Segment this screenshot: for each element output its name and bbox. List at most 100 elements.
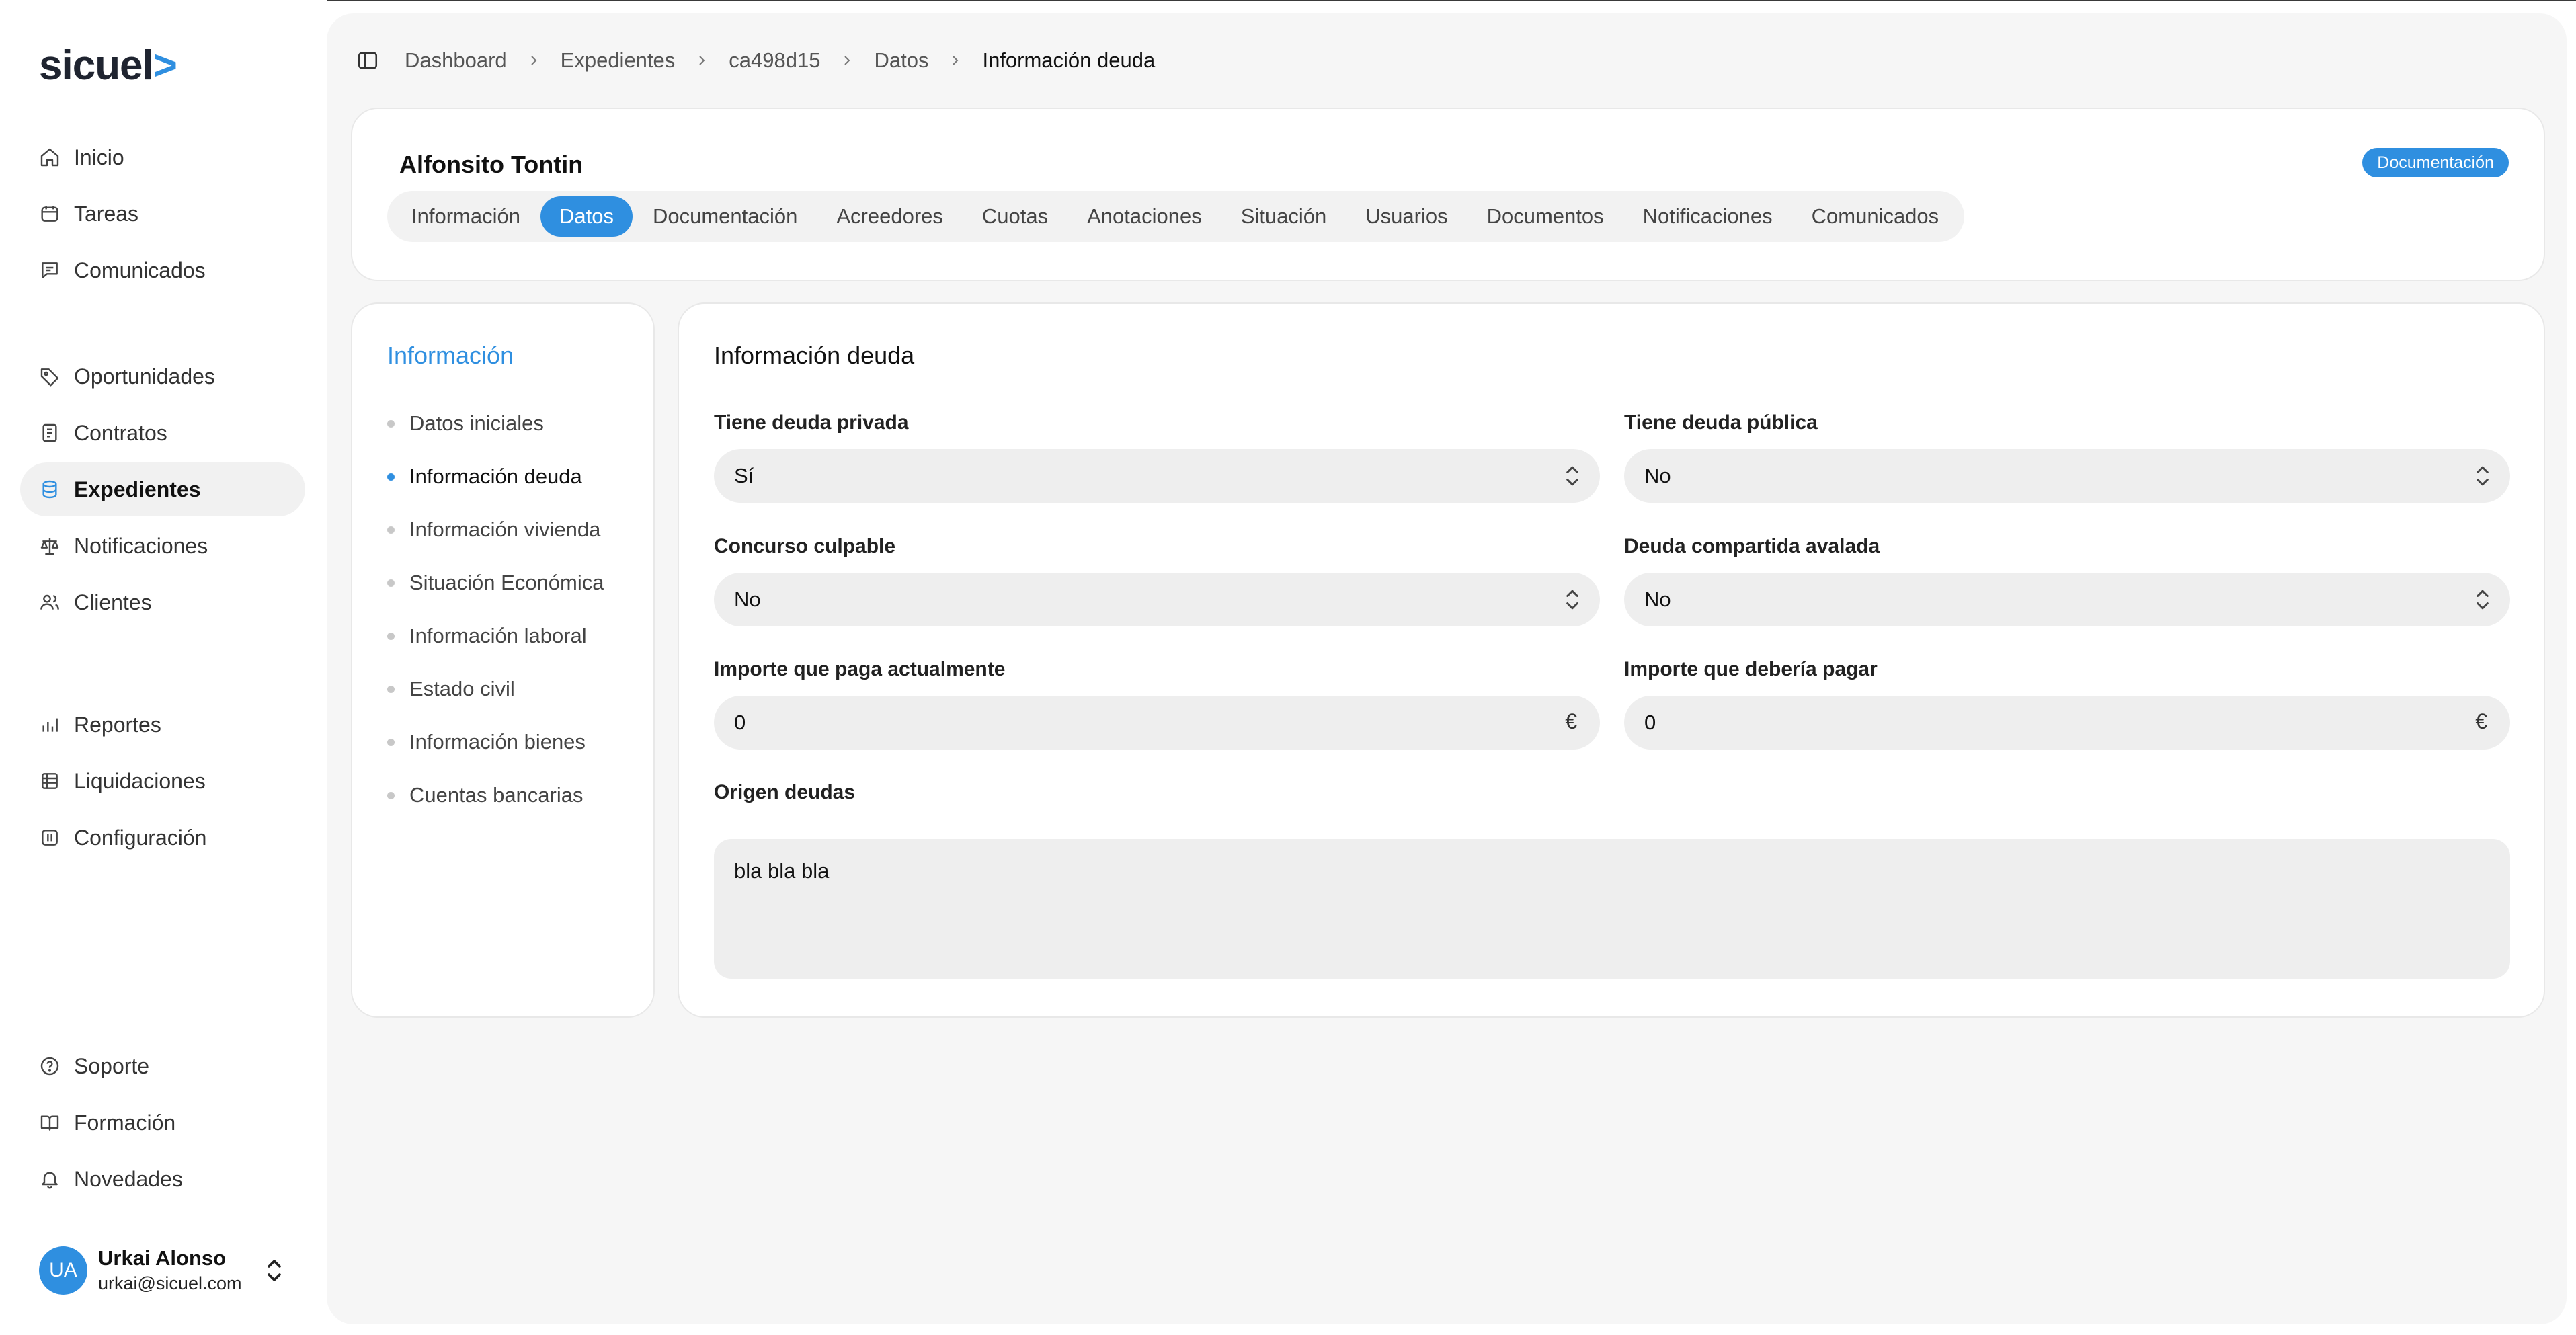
chevron-right-icon: [953, 56, 959, 65]
settings-icon: [42, 830, 58, 846]
sidebar-item-notificaciones[interactable]: Notificaciones: [20, 519, 305, 573]
chevron-right-icon: [699, 56, 705, 65]
section-item-cuentas-bancarias[interactable]: Cuentas bancarias: [387, 783, 583, 807]
tab-bar: Información Datos Documentación Acreedor…: [387, 191, 1965, 242]
tab-situacion[interactable]: Situación: [1222, 196, 1346, 237]
field-label: Tiene deuda pública: [1624, 411, 1818, 434]
sidebar-item-label: Expedientes: [74, 477, 201, 501]
tab-usuarios[interactable]: Usuarios: [1346, 196, 1466, 237]
sidebar-item-label: Novedades: [74, 1167, 183, 1191]
tab-comunicados[interactable]: Comunicados: [1793, 196, 1958, 237]
section-nav-title: Información: [387, 341, 514, 369]
sidebar-item-label: Soporte: [74, 1054, 150, 1078]
stack-icon: [42, 773, 58, 789]
tab-documentos[interactable]: Documentos: [1468, 196, 1623, 237]
sidebar-item-label: Clientes: [74, 590, 152, 614]
sidebar-item-novedades[interactable]: Novedades: [20, 1152, 305, 1206]
sidebar-item-tareas[interactable]: Tareas: [20, 187, 305, 241]
sidebar-item-inicio[interactable]: Inicio: [20, 130, 305, 184]
sidebar-item-expedientes[interactable]: Expedientes: [20, 462, 305, 516]
tab-documentacion[interactable]: Documentación: [634, 196, 816, 237]
tiene-deuda-publica-select[interactable]: No: [1624, 449, 2510, 503]
tag-icon: [40, 368, 59, 387]
section-item-estado-civil[interactable]: Estado civil: [387, 677, 515, 701]
sidebar-item-label: Formación: [74, 1110, 176, 1135]
bullet-icon: [387, 579, 395, 587]
tab-acreedores[interactable]: Acreedores: [817, 196, 962, 237]
section-item-situacion-economica[interactable]: Situación Económica: [387, 571, 604, 595]
sidebar: sicuel> Inicio Tareas Comunicados Oportu…: [0, 0, 327, 1335]
chevron-up-down-icon: [2477, 466, 2489, 486]
expediente-header-card: Alfonsito Tontin Documentación Informaci…: [351, 108, 2545, 281]
breadcrumb-item[interactable]: ca498d15: [729, 48, 820, 73]
section-item-informacion-laboral[interactable]: Información laboral: [387, 624, 587, 648]
deuda-compartida-avalada-select[interactable]: No: [1624, 573, 2510, 626]
bullet-icon: [387, 419, 395, 428]
sidebar-item-configuracion[interactable]: Configuración: [20, 811, 305, 864]
origen-deudas-textarea[interactable]: bla bla bla: [714, 839, 2510, 979]
breadcrumb-item[interactable]: Expedientes: [561, 48, 676, 73]
field-label: Importe que paga actualmente: [714, 658, 1006, 680]
bullet-icon: [387, 632, 395, 640]
chevron-up-down-icon: [2477, 590, 2489, 610]
sidebar-item-reportes[interactable]: Reportes: [20, 698, 305, 752]
user-name: Urkai Alonso: [98, 1246, 227, 1270]
status-badge: Documentación: [2362, 148, 2509, 177]
bullet-icon: [387, 685, 395, 693]
message-icon: [42, 262, 58, 278]
bullet-icon: [387, 473, 395, 481]
tab-notificaciones[interactable]: Notificaciones: [1624, 196, 1792, 237]
section-item-informacion-bienes[interactable]: Información bienes: [387, 730, 586, 754]
section-item-datos-iniciales[interactable]: Datos iniciales: [387, 411, 544, 436]
user-menu[interactable]: UA Urkai Alonso urkai@sicuel.com: [39, 1245, 308, 1296]
sidebar-item-oportunidades[interactable]: Oportunidades: [20, 350, 305, 403]
sidebar-toggle-icon[interactable]: [356, 49, 379, 72]
sidebar-item-formacion[interactable]: Formación: [20, 1096, 305, 1149]
sidebar-item-comunicados[interactable]: Comunicados: [20, 243, 305, 297]
chevron-up-down-icon: [1566, 466, 1578, 486]
section-nav-card: Información Datos iniciales Información …: [351, 302, 655, 1018]
concurso-culpable-select[interactable]: No: [714, 573, 1600, 626]
sidebar-item-label: Oportunidades: [74, 364, 215, 389]
chevron-up-down-icon[interactable]: [266, 1258, 282, 1283]
field-label: Origen deudas: [714, 781, 856, 803]
form-title: Información deuda: [714, 341, 915, 369]
client-name: Alfonsito Tontin: [399, 151, 583, 178]
breadcrumb-item[interactable]: Datos: [874, 48, 928, 73]
field-label: Concurso culpable: [714, 535, 896, 557]
importe-deberia-input[interactable]: 0 €: [1624, 696, 2510, 750]
bullet-icon: [387, 738, 395, 746]
tab-cuotas[interactable]: Cuotas: [963, 196, 1067, 237]
sidebar-item-label: Inicio: [74, 145, 124, 169]
bullet-icon: [387, 791, 395, 799]
help-icon: [40, 1057, 59, 1076]
tiene-deuda-privada-select[interactable]: Sí: [714, 449, 1600, 503]
tab-datos[interactable]: Datos: [540, 196, 633, 237]
sidebar-item-contratos[interactable]: Contratos: [20, 406, 305, 460]
sidebar-item-label: Liquidaciones: [74, 769, 206, 793]
importe-paga-input[interactable]: 0 €: [714, 696, 1600, 750]
sidebar-item-clientes[interactable]: Clientes: [20, 575, 305, 629]
user-email: urkai@sicuel.com: [98, 1273, 242, 1293]
breadcrumb: Dashboard Expedientes ca498d15 Datos Inf…: [356, 46, 1155, 75]
sidebar-item-liquidaciones[interactable]: Liquidaciones: [20, 754, 305, 808]
contract-icon: [42, 423, 57, 442]
main-content: Dashboard Expedientes ca498d15 Datos Inf…: [327, 13, 2567, 1324]
home-icon: [40, 148, 59, 167]
breadcrumb-item[interactable]: Dashboard: [405, 48, 507, 73]
sidebar-item-soporte[interactable]: Soporte: [20, 1039, 305, 1093]
sidebar-item-label: Comunicados: [74, 258, 206, 282]
users-icon: [40, 594, 59, 610]
section-item-informacion-deuda[interactable]: Información deuda: [387, 464, 582, 489]
tab-anotaciones[interactable]: Anotaciones: [1068, 196, 1221, 237]
app-logo[interactable]: sicuel>: [39, 42, 177, 89]
tab-informacion[interactable]: Información: [393, 196, 539, 237]
sidebar-item-label: Tareas: [74, 202, 139, 226]
euro-suffix: €: [1565, 709, 1577, 733]
field-label: Deuda compartida avalada: [1624, 535, 1880, 557]
bell-icon: [42, 1172, 58, 1189]
section-item-informacion-vivienda[interactable]: Información vivienda: [387, 518, 600, 542]
chevron-right-icon: [530, 56, 537, 65]
avatar: UA: [39, 1246, 87, 1295]
sidebar-item-label: Contratos: [74, 421, 167, 445]
